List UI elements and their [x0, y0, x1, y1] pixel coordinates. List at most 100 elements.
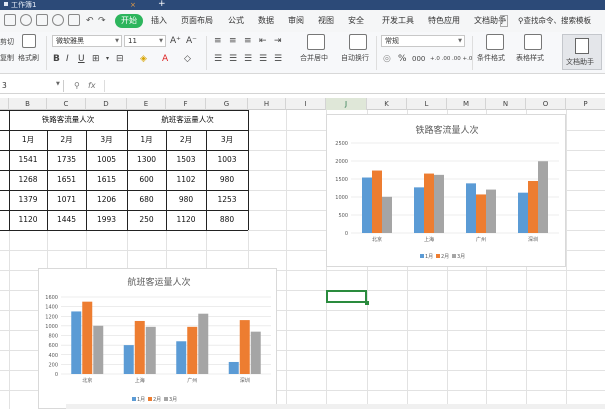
- justify-icon[interactable]: ☰: [259, 54, 267, 64]
- font-name-select[interactable]: 微软雅黑 ▼: [52, 35, 122, 47]
- menu-start[interactable]: 开始: [115, 14, 143, 28]
- table-month-header[interactable]: 1月: [9, 130, 47, 150]
- eraser-icon[interactable]: ◇: [184, 54, 191, 64]
- column-header-p[interactable]: P: [566, 98, 605, 110]
- fill-color-icon[interactable]: ◈: [140, 54, 147, 64]
- decrease-decimal-button[interactable]: .00 +.0: [452, 55, 472, 64]
- table-cell[interactable]: 1615: [86, 170, 127, 190]
- currency-icon[interactable]: ◎: [383, 54, 391, 64]
- formula-input[interactable]: [104, 80, 602, 92]
- doc-helper-button[interactable]: 文档助手: [562, 34, 602, 70]
- increase-decimal-button[interactable]: +.0 .00: [430, 55, 450, 64]
- menu-security[interactable]: 安全: [348, 16, 364, 26]
- table-style-button[interactable]: 表格样式: [516, 54, 544, 63]
- table-cell[interactable]: 600: [127, 170, 166, 190]
- column-header-g[interactable]: G: [206, 98, 248, 110]
- column-header-o[interactable]: O: [526, 98, 566, 110]
- table-cell[interactable]: 1102: [166, 170, 206, 190]
- column-header-h[interactable]: H: [248, 98, 286, 110]
- menu-features[interactable]: 特色应用: [428, 16, 460, 26]
- table-cell[interactable]: 1003: [206, 150, 248, 170]
- percent-button[interactable]: %: [398, 54, 407, 64]
- table-month-header[interactable]: 1月: [127, 130, 166, 150]
- flight-chart[interactable]: 航班客运量人次 0 200 400 600 800 1000 1200 1400 1600 北京 上海…: [38, 268, 277, 409]
- menu-developer[interactable]: 开发工具: [382, 16, 414, 26]
- column-header-l[interactable]: L: [407, 98, 447, 110]
- bold-button[interactable]: B: [53, 54, 60, 64]
- menu-review[interactable]: 审阅: [288, 16, 304, 26]
- table-cell[interactable]: 1379: [9, 190, 47, 210]
- table-cell[interactable]: 1206: [86, 190, 127, 210]
- cell-style-icon[interactable]: ⊟: [116, 54, 124, 64]
- column-header-j[interactable]: J: [326, 98, 367, 110]
- table-cell[interactable]: 1005: [86, 150, 127, 170]
- active-cell[interactable]: [326, 290, 369, 305]
- railway-chart[interactable]: 铁路客流量人次 0 500 1000 1500 2000 2500 北京 上海 广州 深圳 1月 2月 3…: [326, 114, 566, 267]
- column-header-c[interactable]: C: [47, 98, 86, 110]
- cut-button[interactable]: 剪切: [0, 38, 14, 47]
- conditional-format-button[interactable]: 条件格式: [477, 54, 505, 63]
- column-header-i[interactable]: I: [286, 98, 326, 110]
- insert-function-button[interactable]: fx: [88, 80, 96, 92]
- table-month-header[interactable]: 3月: [206, 130, 248, 150]
- align-top-icon[interactable]: ≡: [214, 36, 222, 46]
- table-cell[interactable]: 980: [166, 190, 206, 210]
- close-tab-button[interactable]: ×: [130, 0, 136, 10]
- menu-formula[interactable]: 公式: [228, 16, 244, 26]
- export-icon[interactable]: [52, 14, 64, 26]
- column-header-m[interactable]: M: [447, 98, 486, 110]
- menu-insert[interactable]: 插入: [151, 16, 167, 26]
- table-cell[interactable]: 1253: [206, 190, 248, 210]
- table-cell[interactable]: 880: [206, 210, 248, 230]
- distributed-icon[interactable]: ☰: [274, 54, 282, 64]
- table-cell[interactable]: 1071: [47, 190, 86, 210]
- table-cell[interactable]: 250: [127, 210, 166, 230]
- new-tab-button[interactable]: +: [158, 0, 166, 9]
- column-header-k[interactable]: K: [367, 98, 407, 110]
- redo-icon[interactable]: ↷: [98, 15, 106, 27]
- column-header-f[interactable]: F: [166, 98, 206, 110]
- table-group-header[interactable]: 航班客运量人次: [127, 110, 248, 130]
- column-header-e[interactable]: E: [127, 98, 166, 110]
- table-cell[interactable]: 1503: [166, 150, 206, 170]
- table-cell[interactable]: 1300: [127, 150, 166, 170]
- document-tab[interactable]: 工作簿1: [0, 0, 60, 10]
- align-center-icon[interactable]: ☰: [229, 54, 237, 64]
- font-size-select[interactable]: 11 ▼: [124, 35, 166, 47]
- table-cell[interactable]: 1268: [9, 170, 47, 190]
- merge-center-icon[interactable]: [307, 34, 325, 50]
- column-header-b[interactable]: B: [9, 98, 47, 110]
- align-left-icon[interactable]: ☰: [214, 54, 222, 64]
- copy-button[interactable]: 复制: [0, 54, 14, 63]
- table-month-header[interactable]: 2月: [47, 130, 86, 150]
- horizontal-scrollbar[interactable]: [66, 404, 605, 409]
- share-icon[interactable]: [68, 14, 80, 26]
- column-header-d[interactable]: D: [86, 98, 127, 110]
- align-right-icon[interactable]: ☰: [244, 54, 252, 64]
- thousands-button[interactable]: 000: [412, 55, 425, 64]
- table-style-icon[interactable]: [524, 34, 542, 50]
- table-cell[interactable]: 1445: [47, 210, 86, 230]
- table-cell[interactable]: 1651: [47, 170, 86, 190]
- column-header-stub[interactable]: [0, 98, 9, 110]
- conditional-format-icon[interactable]: [486, 34, 504, 50]
- wrap-text-icon[interactable]: [349, 34, 367, 50]
- table-cell[interactable]: 680: [127, 190, 166, 210]
- align-bottom-icon[interactable]: ≡: [244, 36, 252, 46]
- menu-data[interactable]: 数据: [258, 16, 274, 26]
- zoom-icon[interactable]: ⚲: [74, 80, 80, 92]
- menu-view[interactable]: 视图: [318, 16, 334, 26]
- underline-button[interactable]: U: [78, 54, 85, 64]
- command-search[interactable]: ⚲查找命令、搜索模板: [518, 16, 591, 26]
- indent-decrease-icon[interactable]: ⇤: [259, 36, 267, 46]
- border-icon[interactable]: ⊞: [92, 54, 100, 64]
- table-cell[interactable]: 1541: [9, 150, 47, 170]
- font-shrink-button[interactable]: A⁻: [186, 36, 197, 46]
- font-grow-button[interactable]: A⁺: [170, 36, 181, 46]
- print-icon[interactable]: [20, 14, 32, 26]
- print-preview-icon[interactable]: [36, 14, 48, 26]
- table-month-header[interactable]: 2月: [166, 130, 206, 150]
- table-cell[interactable]: 1120: [9, 210, 47, 230]
- chevron-down-icon[interactable]: ▼: [56, 81, 60, 87]
- column-header-n[interactable]: N: [486, 98, 526, 110]
